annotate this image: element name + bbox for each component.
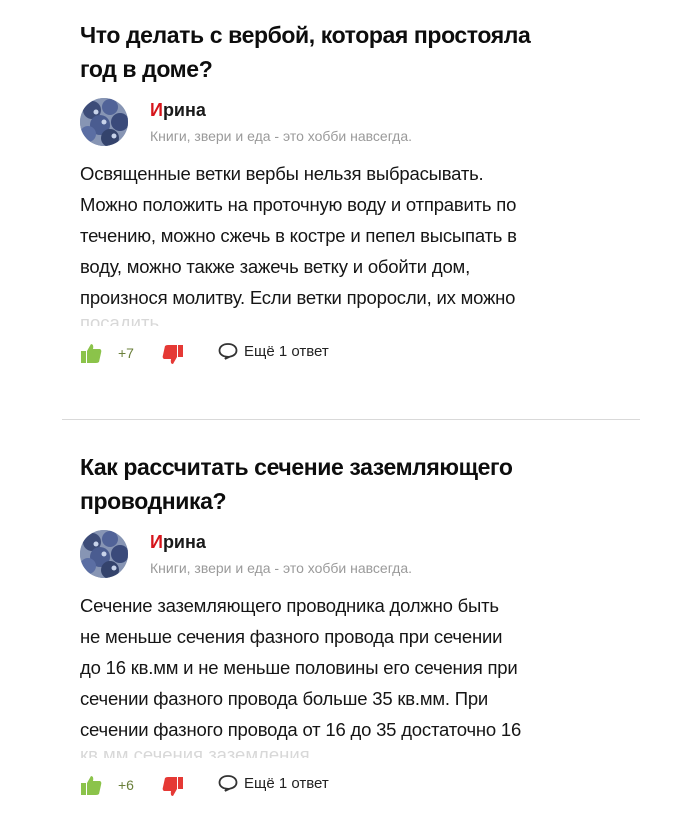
blueberries-avatar-icon: [80, 530, 128, 578]
answer-actions: +7 Ещё 1 ответ: [80, 340, 680, 380]
question-title-line-2[interactable]: проводника?: [80, 488, 227, 514]
question-card: Как рассчитать сечение заземляющего пров…: [0, 420, 680, 836]
avatar[interactable]: [80, 530, 128, 578]
more-answers-label: Ещё 1 ответ: [244, 774, 329, 792]
answer-text[interactable]: Сечение заземляющего проводника должно б…: [80, 590, 620, 745]
avatar[interactable]: [80, 98, 128, 146]
thumb-up-icon[interactable]: [80, 774, 102, 796]
question-title[interactable]: Что делать с вербой, которая простояла г…: [80, 18, 620, 86]
like-count: +7: [118, 345, 134, 361]
more-answers-button[interactable]: Ещё 1 ответ: [218, 342, 329, 360]
question-title-line-1[interactable]: Что делать с вербой, которая простояла: [80, 22, 531, 48]
like-count: +6: [118, 777, 134, 793]
answer-author: Ирина Книги, звери и еда - это хобби нав…: [80, 98, 680, 158]
answer-text[interactable]: Освященные ветки вербы нельзя выбрасыват…: [80, 158, 620, 313]
thumb-down-icon[interactable]: [162, 776, 184, 798]
thumb-up-icon[interactable]: [80, 342, 102, 364]
thumb-down-icon[interactable]: [162, 344, 184, 366]
author-name[interactable]: Ирина: [150, 532, 206, 553]
author-name[interactable]: Ирина: [150, 100, 206, 121]
question-title-line-1[interactable]: Как рассчитать сечение заземляющего: [80, 454, 513, 480]
answer-fade-text: кв.мм сечения заземления: [80, 745, 310, 758]
answer-fade-text: посадить: [80, 313, 160, 326]
speech-bubble-icon: [218, 775, 238, 792]
more-answers-label: Ещё 1 ответ: [244, 342, 329, 360]
author-description: Книги, звери и еда - это хобби навсегда.: [150, 128, 413, 144]
author-description: Книги, звери и еда - это хобби навсегда.: [150, 560, 413, 576]
answer-author: Ирина Книги, звери и еда - это хобби нав…: [80, 530, 680, 590]
more-answers-button[interactable]: Ещё 1 ответ: [218, 774, 329, 792]
answer-actions: +6 Ещё 1 ответ: [80, 772, 680, 812]
question-title[interactable]: Как рассчитать сечение заземляющего пров…: [80, 450, 620, 518]
speech-bubble-icon: [218, 343, 238, 360]
question-title-line-2[interactable]: год в доме?: [80, 56, 213, 82]
blueberries-avatar-icon: [80, 98, 128, 146]
question-card: Что делать с вербой, которая простояла г…: [0, 0, 680, 420]
